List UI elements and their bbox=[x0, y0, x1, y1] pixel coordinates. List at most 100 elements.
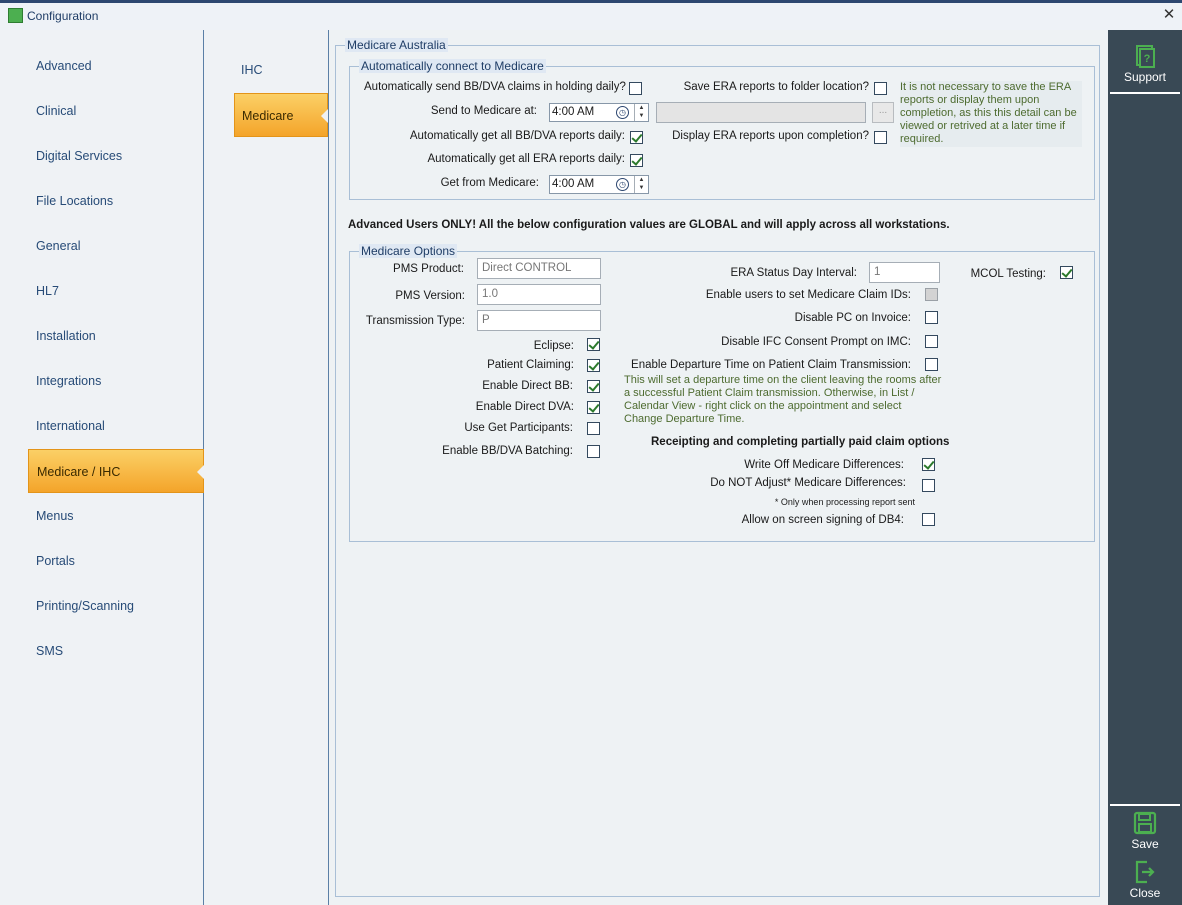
right-action-bar: ? Support Save Close bbox=[1108, 30, 1182, 905]
nav-item-digital-services[interactable]: Digital Services bbox=[28, 134, 204, 178]
get-era-label: Automatically get all ERA reports daily: bbox=[427, 153, 625, 165]
support-button[interactable]: ? Support bbox=[1110, 44, 1180, 84]
transmission-type-input[interactable]: P bbox=[477, 310, 601, 331]
left-nav: Advanced Clinical Digital Services File … bbox=[0, 30, 204, 905]
nav-item-printing-scanning[interactable]: Printing/Scanning bbox=[28, 584, 204, 628]
window-title: Configuration bbox=[27, 9, 99, 23]
disable-ifc-checkbox[interactable] bbox=[925, 335, 938, 348]
nav-item-general[interactable]: General bbox=[28, 224, 204, 268]
get-era-checkbox[interactable] bbox=[630, 154, 643, 167]
send-holding-checkbox[interactable] bbox=[629, 82, 642, 95]
medicare-australia-title: Medicare Australia bbox=[345, 38, 448, 52]
nav-item-hl7[interactable]: HL7 bbox=[28, 269, 204, 313]
only-when-note: * Only when processing report sent bbox=[774, 497, 915, 507]
get-from-time-value: 4:00 AM bbox=[552, 178, 595, 190]
medicare-options-title: Medicare Options bbox=[359, 244, 458, 258]
subnav-item-ihc[interactable]: IHC bbox=[234, 48, 328, 92]
support-book-icon: ? bbox=[1136, 45, 1155, 68]
separator bbox=[1110, 92, 1180, 94]
send-holding-label: Automatically send BB/DVA claims in hold… bbox=[364, 81, 626, 93]
clock-icon[interactable]: ◷ bbox=[616, 178, 629, 191]
pms-version-label: PMS Version: bbox=[395, 290, 465, 302]
nav-item-clinical[interactable]: Clinical bbox=[28, 89, 204, 133]
support-label: Support bbox=[1123, 70, 1167, 84]
write-off-checkbox[interactable] bbox=[922, 458, 935, 471]
get-from-label: Get from Medicare: bbox=[440, 177, 539, 189]
clock-icon[interactable]: ◷ bbox=[616, 106, 629, 119]
era-status-interval-label: ERA Status Day Interval: bbox=[730, 267, 857, 279]
do-not-adjust-label: Do NOT Adjust* Medicare Differences: bbox=[710, 477, 906, 489]
use-get-participants-checkbox[interactable] bbox=[587, 422, 600, 435]
display-era-label: Display ERA reports upon completion? bbox=[672, 130, 869, 142]
nav-item-portals[interactable]: Portals bbox=[28, 539, 204, 583]
allow-db4-checkbox[interactable] bbox=[922, 513, 935, 526]
time-spinner-icon[interactable]: ▲ ▼ bbox=[634, 104, 648, 121]
save-era-label: Save ERA reports to folder location? bbox=[683, 81, 869, 93]
enable-direct-dva-checkbox[interactable] bbox=[587, 401, 600, 414]
browse-folder-button[interactable]: ... bbox=[872, 102, 894, 123]
floppy-disk-icon bbox=[1133, 811, 1157, 835]
close-label: Close bbox=[1129, 886, 1161, 900]
enable-direct-bb-checkbox[interactable] bbox=[587, 380, 600, 393]
pms-product-input[interactable]: Direct CONTROL bbox=[477, 258, 601, 279]
advanced-users-warning: Advanced Users ONLY! All the below confi… bbox=[348, 219, 950, 231]
nav-item-advanced[interactable]: Advanced bbox=[28, 44, 204, 88]
mcol-testing-label: MCOL Testing: bbox=[970, 268, 1046, 280]
pms-version-input[interactable]: 1.0 bbox=[477, 284, 601, 305]
era-status-interval-input[interactable]: 1 bbox=[869, 262, 940, 283]
app-icon bbox=[8, 8, 23, 23]
title-bar: Configuration ✕ bbox=[0, 0, 1182, 30]
departure-time-label: Enable Departure Time on Patient Claim T… bbox=[631, 359, 911, 371]
do-not-adjust-checkbox[interactable] bbox=[922, 479, 935, 492]
patient-claiming-checkbox[interactable] bbox=[587, 359, 600, 372]
enable-claim-ids-checkbox[interactable] bbox=[925, 288, 938, 301]
get-from-time-picker[interactable]: 4:00 AM ◷ ▲ ▼ bbox=[549, 175, 649, 194]
disable-ifc-label: Disable IFC Consent Prompt on IMC: bbox=[721, 336, 911, 348]
window-close-icon[interactable]: ✕ bbox=[1160, 6, 1178, 24]
departure-time-checkbox[interactable] bbox=[925, 358, 938, 371]
nav-item-file-locations[interactable]: File Locations bbox=[28, 179, 204, 223]
svg-text:?: ? bbox=[1144, 53, 1151, 65]
enable-direct-dva-label: Enable Direct DVA: bbox=[475, 401, 574, 413]
display-era-checkbox[interactable] bbox=[874, 131, 887, 144]
send-at-time-value: 4:00 AM bbox=[552, 106, 595, 118]
pms-product-label: PMS Product: bbox=[393, 263, 464, 275]
eclipse-label: Eclipse: bbox=[533, 340, 574, 352]
enable-direct-bb-label: Enable Direct BB: bbox=[482, 380, 573, 392]
receipting-heading: Receipting and completing partially paid… bbox=[651, 436, 950, 448]
time-spinner-icon[interactable]: ▲ ▼ bbox=[634, 176, 648, 193]
enable-batching-label: Enable BB/DVA Batching: bbox=[442, 445, 573, 457]
era-folder-path-input[interactable] bbox=[656, 102, 866, 123]
auto-connect-title: Automatically connect to Medicare bbox=[359, 59, 546, 73]
disable-pc-invoice-label: Disable PC on Invoice: bbox=[794, 312, 911, 324]
nav-item-sms[interactable]: SMS bbox=[28, 629, 204, 673]
disable-pc-invoice-checkbox[interactable] bbox=[925, 311, 938, 324]
allow-db4-label: Allow on screen signing of DB4: bbox=[741, 514, 904, 526]
nav-item-integrations[interactable]: Integrations bbox=[28, 359, 204, 403]
get-bbdva-label: Automatically get all BB/DVA reports dai… bbox=[409, 130, 625, 142]
departure-info-note: This will set a departure time on the cl… bbox=[624, 374, 942, 425]
patient-claiming-label: Patient Claiming: bbox=[487, 359, 574, 371]
save-era-checkbox[interactable] bbox=[874, 82, 887, 95]
sub-nav: IHC Medicare bbox=[204, 30, 329, 905]
nav-item-menus[interactable]: Menus bbox=[28, 494, 204, 538]
nav-item-medicare-ihc[interactable]: Medicare / IHC bbox=[28, 449, 204, 493]
send-at-label: Send to Medicare at: bbox=[430, 105, 537, 117]
send-at-time-picker[interactable]: 4:00 AM ◷ ▲ ▼ bbox=[549, 103, 649, 122]
save-label: Save bbox=[1131, 837, 1159, 851]
get-bbdva-checkbox[interactable] bbox=[630, 131, 643, 144]
nav-item-installation[interactable]: Installation bbox=[28, 314, 204, 358]
enable-batching-checkbox[interactable] bbox=[587, 445, 600, 458]
subnav-item-medicare[interactable]: Medicare bbox=[234, 93, 328, 137]
main-content: Medicare Australia Automatically connect… bbox=[329, 30, 1108, 905]
mcol-testing-checkbox[interactable] bbox=[1060, 266, 1073, 279]
eclipse-checkbox[interactable] bbox=[587, 338, 600, 351]
use-get-participants-label: Use Get Participants: bbox=[464, 422, 573, 434]
exit-door-icon bbox=[1135, 860, 1155, 884]
close-button[interactable]: Close bbox=[1110, 860, 1180, 900]
nav-item-international[interactable]: International bbox=[28, 404, 204, 448]
enable-claim-ids-label: Enable users to set Medicare Claim IDs: bbox=[705, 289, 911, 301]
separator bbox=[1110, 804, 1180, 806]
transmission-type-label: Transmission Type: bbox=[365, 315, 465, 327]
save-button[interactable]: Save bbox=[1110, 811, 1180, 851]
